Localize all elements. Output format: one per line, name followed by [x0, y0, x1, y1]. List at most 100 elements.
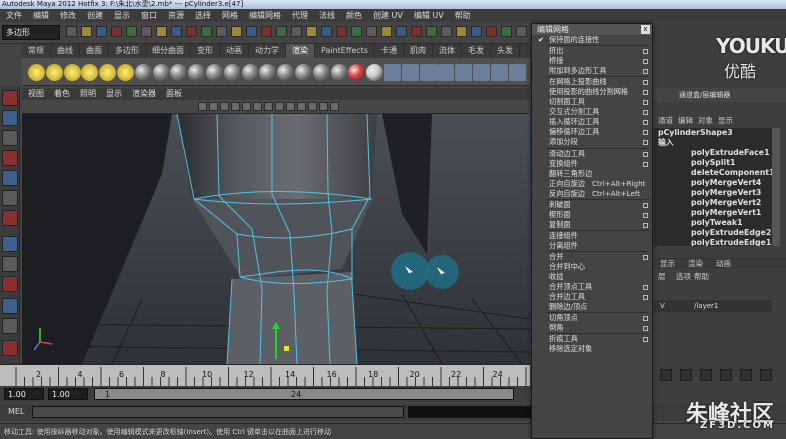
- material-sphere-icon[interactable]: [330, 64, 348, 81]
- menu-item[interactable]: 文件: [6, 9, 22, 22]
- popup-menu-item[interactable]: 连接组件: [532, 231, 652, 241]
- render-icon[interactable]: [156, 26, 167, 37]
- menu-item[interactable]: 编辑: [33, 9, 49, 22]
- option-box-icon[interactable]: [643, 337, 648, 343]
- material-sphere-icon[interactable]: [241, 64, 259, 81]
- material-sphere-icon[interactable]: [223, 64, 241, 81]
- popup-menu-item[interactable]: 复制面: [532, 220, 652, 230]
- material-sphere-icon[interactable]: [401, 64, 419, 81]
- popup-menu-item[interactable]: 合并到中心: [532, 262, 652, 272]
- material-sphere-icon[interactable]: [259, 64, 277, 81]
- popup-menu-item[interactable]: 分离组件: [532, 241, 652, 251]
- popup-menu-item[interactable]: 切割面工具: [532, 97, 652, 107]
- render-icon[interactable]: [396, 26, 407, 37]
- popup-menu-item[interactable]: 变换组件: [532, 159, 652, 169]
- snap-icon[interactable]: [141, 26, 152, 37]
- select-mask-icon[interactable]: [411, 26, 422, 37]
- shelf-tab[interactable]: PaintEffects: [315, 44, 375, 58]
- material-sphere-icon[interactable]: [437, 64, 455, 81]
- material-sphere-icon[interactable]: [206, 64, 223, 81]
- render-icon[interactable]: [456, 26, 467, 37]
- channel-box-node[interactable]: polyMergeVert4: [654, 178, 772, 188]
- channel-box-node[interactable]: polyMergeVert1: [654, 208, 772, 218]
- option-box-icon[interactable]: [643, 59, 648, 65]
- popup-menu-item[interactable]: 翻转三角形边: [532, 169, 652, 179]
- tool-icon[interactable]: [66, 26, 77, 37]
- option-box-icon[interactable]: [643, 140, 648, 146]
- menu-item[interactable]: 法线: [319, 9, 335, 22]
- option-box-icon[interactable]: [643, 120, 648, 126]
- layout-icon[interactable]: [2, 210, 18, 226]
- paint-tool-icon[interactable]: [2, 276, 18, 292]
- shelf-tab[interactable]: 肌肉: [404, 44, 433, 58]
- tool-icon[interactable]: [366, 26, 377, 37]
- layer-row[interactable]: V /layer1: [654, 300, 772, 312]
- rotate-tool-icon[interactable]: [2, 318, 18, 334]
- material-sphere-icon[interactable]: [490, 64, 508, 81]
- select-mask-icon[interactable]: [291, 26, 302, 37]
- popup-menu-item[interactable]: 反向自旋边 Ctrl+Alt+Left: [532, 189, 652, 199]
- light-icon[interactable]: [63, 64, 81, 81]
- channel-box-node[interactable]: polyExtrudeEdge1: [654, 238, 772, 246]
- snap-icon[interactable]: [81, 26, 92, 37]
- popup-menu-item[interactable]: 在网格上投影曲线: [532, 77, 652, 87]
- popup-menu-item[interactable]: 删除边/顶点: [532, 302, 652, 312]
- popup-menu-item[interactable]: 挤出: [532, 46, 652, 56]
- material-sphere-icon[interactable]: [348, 64, 366, 81]
- material-sphere-icon[interactable]: [473, 64, 490, 81]
- shelf-tab[interactable]: 头发: [491, 44, 520, 58]
- layer-tab[interactable]: 渲染: [688, 258, 703, 269]
- menu-item[interactable]: 代理: [292, 9, 308, 22]
- option-box-icon[interactable]: [643, 295, 648, 301]
- shading-icon[interactable]: [308, 102, 317, 111]
- shelf-tab[interactable]: 变形: [191, 44, 220, 58]
- channel-box-node[interactable]: deleteComponent1: [654, 168, 772, 178]
- light-icon[interactable]: [319, 102, 328, 111]
- tool-icon[interactable]: [306, 26, 317, 37]
- option-box-icon[interactable]: [643, 151, 648, 157]
- popup-menu-item[interactable]: 楔形面: [532, 210, 652, 220]
- popup-menu-item[interactable]: 添加分段: [532, 137, 652, 147]
- tool-icon[interactable]: [186, 26, 197, 37]
- option-box-icon[interactable]: [643, 316, 648, 322]
- light-icon[interactable]: [45, 64, 63, 81]
- popup-menu-item[interactable]: 切角顶点: [532, 313, 652, 323]
- popup-menu-item[interactable]: 滑动边工具: [532, 149, 652, 159]
- channel-box-node[interactable]: polyMergeVert3: [654, 188, 772, 198]
- popup-menu-item[interactable]: 插入循环边工具: [532, 117, 652, 127]
- render-icon[interactable]: [276, 26, 287, 37]
- viewport-menu-item[interactable]: 着色: [54, 88, 70, 100]
- shelf-tab[interactable]: 常规: [22, 44, 51, 58]
- material-sphere-icon[interactable]: [134, 64, 152, 81]
- option-box-icon[interactable]: [643, 90, 648, 96]
- popup-menu-item[interactable]: 偏移循环边工具: [532, 127, 652, 137]
- snap-icon[interactable]: [321, 26, 332, 37]
- light-icon[interactable]: [220, 102, 229, 111]
- playback-button-icon[interactable]: [740, 369, 752, 381]
- material-sphere-icon[interactable]: [295, 64, 312, 81]
- snap-icon[interactable]: [501, 26, 512, 37]
- channel-box-node[interactable]: polyTweak1: [654, 218, 772, 228]
- viewport-menu-item[interactable]: 视图: [28, 88, 44, 100]
- start-time-field[interactable]: 1.00: [4, 388, 44, 400]
- option-box-icon[interactable]: [643, 202, 648, 208]
- material-sphere-icon[interactable]: [170, 64, 188, 81]
- shelf-tab[interactable]: 动画: [220, 44, 249, 58]
- option-box-icon[interactable]: [643, 326, 648, 332]
- channel-box-node[interactable]: 输入: [654, 138, 772, 148]
- menu-item[interactable]: 窗口: [141, 9, 157, 22]
- option-box-icon[interactable]: [643, 100, 648, 106]
- option-box-icon[interactable]: [643, 110, 648, 116]
- playback-button-icon[interactable]: [700, 369, 712, 381]
- view-icon[interactable]: [264, 102, 273, 111]
- tool-icon[interactable]: [126, 26, 137, 37]
- menu-item[interactable]: 编辑 UV: [414, 9, 444, 22]
- menu-item[interactable]: 帮助: [455, 9, 471, 22]
- popup-menu-item[interactable]: 刺破面: [532, 200, 652, 210]
- render-icon[interactable]: [516, 26, 527, 37]
- move-tool-icon[interactable]: [2, 150, 18, 166]
- lasso-tool-icon[interactable]: [2, 110, 18, 126]
- snap-icon[interactable]: [381, 26, 392, 37]
- select-mask-icon[interactable]: [171, 26, 182, 37]
- paint-tool-icon[interactable]: [2, 130, 18, 146]
